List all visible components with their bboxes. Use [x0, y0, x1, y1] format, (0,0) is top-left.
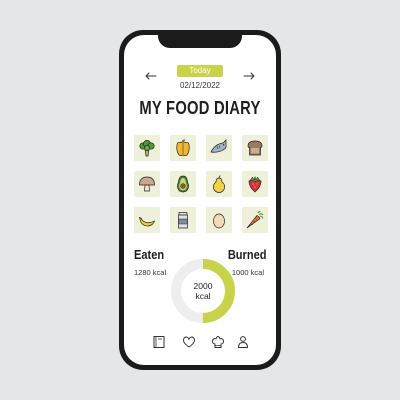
- diary-icon: [153, 336, 165, 348]
- tab-recipes[interactable]: [211, 334, 225, 348]
- pear-icon: [212, 175, 226, 193]
- arrow-right-icon: [243, 72, 255, 80]
- food-tile-carrot[interactable]: [242, 207, 268, 233]
- carrot-icon: [246, 211, 264, 229]
- broccoli-icon: [139, 140, 155, 157]
- food-tile-bread[interactable]: [242, 135, 268, 161]
- chef-hat-icon: [211, 335, 225, 348]
- food-tile-mushroom[interactable]: [134, 171, 160, 197]
- eaten-value: 1280 kcal: [134, 268, 167, 277]
- total-calories-value: 2000: [193, 281, 213, 291]
- arrow-left-icon: [145, 72, 157, 80]
- phone-frame: Today 02/12/2022 MY FOOD DIARY Eaten 128…: [119, 30, 281, 370]
- avocado-icon: [177, 175, 189, 193]
- food-tile-fish[interactable]: [206, 135, 232, 161]
- food-tile-bell-pepper[interactable]: [170, 135, 196, 161]
- profile-icon: [237, 336, 249, 348]
- egg-icon: [213, 213, 225, 229]
- mushroom-icon: [139, 176, 155, 192]
- today-badge[interactable]: Today: [177, 65, 223, 77]
- total-calories-unit: kcal: [195, 291, 211, 301]
- page-title: MY FOOD DIARY: [139, 98, 261, 118]
- eaten-label: Eaten: [134, 247, 165, 262]
- heart-icon: [182, 336, 196, 348]
- food-tile-broccoli[interactable]: [134, 135, 160, 161]
- next-day-button[interactable]: [242, 71, 256, 81]
- phone-notch: [158, 35, 242, 48]
- fish-icon: [210, 139, 227, 153]
- bell-pepper-icon: [176, 139, 190, 157]
- banana-icon: [138, 216, 156, 227]
- bottom-tab-bar: [124, 332, 276, 352]
- tab-profile[interactable]: [236, 334, 250, 348]
- food-tile-pear[interactable]: [206, 171, 232, 197]
- current-date: 02/12/2022: [179, 81, 221, 90]
- strawberry-icon: [248, 175, 262, 193]
- phone-screen: Today 02/12/2022 MY FOOD DIARY Eaten 128…: [124, 35, 276, 365]
- food-tile-avocado[interactable]: [170, 171, 196, 197]
- bread-icon: [247, 140, 263, 156]
- donut-total-label: 2000 kcal: [170, 281, 236, 301]
- tab-diary[interactable]: [152, 334, 166, 348]
- food-tile-strawberry[interactable]: [242, 171, 268, 197]
- food-tile-egg[interactable]: [206, 207, 232, 233]
- burned-value: 1000 kcal: [231, 268, 264, 277]
- food-tile-banana[interactable]: [134, 207, 160, 233]
- food-grid: [134, 135, 270, 233]
- previous-day-button[interactable]: [144, 71, 158, 81]
- tab-favorites[interactable]: [182, 334, 196, 348]
- milk-carton-icon: [178, 212, 188, 229]
- food-tile-milk[interactable]: [170, 207, 196, 233]
